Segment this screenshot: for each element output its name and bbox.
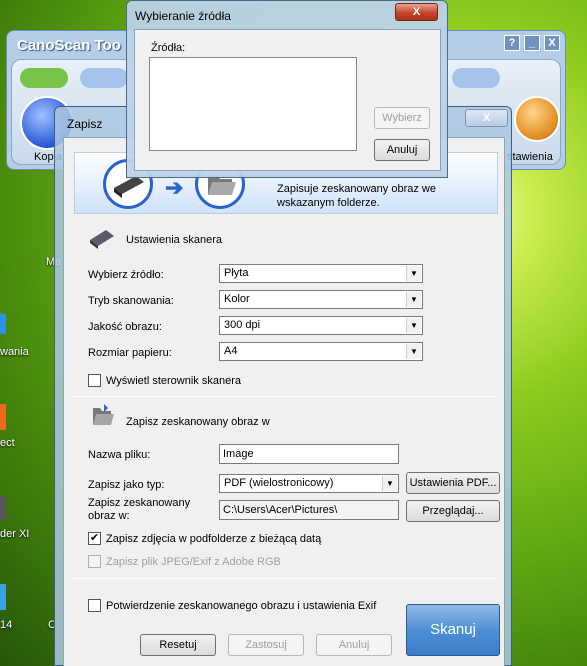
save-folder-icon xyxy=(90,402,116,431)
chevron-down-icon[interactable]: ▼ xyxy=(406,266,421,281)
scan-mode-select[interactable]: Kolor ▼ xyxy=(219,290,423,309)
image-quality-select[interactable]: 300 dpi ▼ xyxy=(219,316,423,335)
section-divider xyxy=(72,578,498,579)
desktop-label-2[interactable]: wania xyxy=(0,346,29,358)
chevron-down-icon[interactable]: ▼ xyxy=(406,344,421,359)
image-quality-label: Jakość obrazu: xyxy=(88,321,162,333)
banner-description: Zapisuje zeskanowany obraz we wskazanym … xyxy=(277,183,436,209)
source-value: Płyta xyxy=(224,267,249,279)
desktop-label-5[interactable]: 14 xyxy=(0,619,12,631)
image-quality-value: 300 dpi xyxy=(224,319,261,331)
save-dialog-close-button[interactable]: X xyxy=(465,109,508,127)
date-subfolder-label[interactable]: Zapisz zdjęcia w podfolderze z bieżącą d… xyxy=(106,533,321,545)
save-dialog-body: ➔ Zapisuje zeskanowany obraz we wskazany… xyxy=(63,137,505,666)
save-dialog-window: Zapisz X ➔ Zapisuje zeskanowany obraz we… xyxy=(54,106,512,666)
scan-mode-label: Tryb skanowania: xyxy=(88,295,174,307)
filename-input[interactable]: Image xyxy=(219,444,399,464)
arrow-right-icon: ➔ xyxy=(165,175,184,200)
source-select-dialog: Wybieranie źródła X Źródła: Wybierz Anul… xyxy=(126,0,448,178)
source-dialog-body: Źródła: Wybierz Anuluj xyxy=(134,29,441,171)
minimize-button[interactable]: _ xyxy=(524,35,540,51)
file-type-value: PDF (wielostronicowy) xyxy=(224,477,334,489)
select-source-button: Wybierz xyxy=(374,107,430,129)
desktop-label-3[interactable]: ect xyxy=(0,437,15,449)
section-divider xyxy=(72,396,498,397)
sources-label: Źródła: xyxy=(151,42,186,54)
filename-label: Nazwa pliku: xyxy=(88,449,151,461)
chevron-down-icon[interactable]: ▼ xyxy=(406,318,421,333)
source-select[interactable]: Płyta ▼ xyxy=(219,264,423,283)
source-dialog-title: Wybieranie źródła xyxy=(135,9,231,23)
paper-size-label: Rozmiar papieru: xyxy=(88,347,172,359)
adobe-rgb-label: Zapisz plik JPEG/Exif z Adobe RGB xyxy=(106,556,281,568)
paper-size-select[interactable]: A4 ▼ xyxy=(219,342,423,361)
desktop-label-4[interactable]: der XI xyxy=(0,528,29,540)
close-button[interactable]: X xyxy=(544,35,560,51)
settings-gear-icon[interactable] xyxy=(514,96,560,142)
save-dialog-title: Zapisz xyxy=(67,117,103,131)
source-label: Wybierz źródło: xyxy=(88,269,164,281)
apply-button: Zastosuj xyxy=(228,634,304,656)
toolbox-title: CanoScan Too xyxy=(17,37,121,54)
pdf-settings-button[interactable]: Ustawienia PDF... xyxy=(406,472,500,494)
confirm-exif-checkbox[interactable] xyxy=(88,599,101,612)
desktop-app-icon[interactable] xyxy=(0,314,6,334)
show-driver-label[interactable]: Wyświetl sterownik skanera xyxy=(106,375,241,387)
file-type-select[interactable]: PDF (wielostronicowy) ▼ xyxy=(219,474,399,493)
chevron-down-icon[interactable]: ▼ xyxy=(406,292,421,307)
desktop-app-icon[interactable] xyxy=(0,404,6,430)
date-subfolder-checkbox[interactable]: ✔ xyxy=(88,532,101,545)
source-cancel-button[interactable]: Anuluj xyxy=(374,139,430,161)
confirm-exif-label[interactable]: Potwierdzenie zeskanowanego obrazu i ust… xyxy=(106,600,376,612)
scanner-tab-icon[interactable] xyxy=(20,68,68,88)
tab-pill[interactable] xyxy=(452,68,500,88)
save-folder-path: C:\Users\Acer\Pictures\ xyxy=(219,500,399,520)
sources-list[interactable] xyxy=(149,57,357,151)
source-dialog-close-button[interactable]: X xyxy=(395,3,438,21)
paper-size-value: A4 xyxy=(224,345,238,357)
scanner-settings-title: Ustawienia skanera xyxy=(126,234,222,246)
desktop-app-icon[interactable] xyxy=(0,584,6,610)
reset-button[interactable]: Resetuj xyxy=(140,634,216,656)
adobe-rgb-checkbox xyxy=(88,555,101,568)
file-type-label: Zapisz jako typ: xyxy=(88,479,165,491)
desktop-app-icon[interactable] xyxy=(0,496,6,520)
settings-label: stawienia xyxy=(507,151,553,163)
save-section-title: Zapisz zeskanowany obraz w xyxy=(126,416,270,428)
cancel-button: Anuluj xyxy=(316,634,392,656)
chevron-down-icon[interactable]: ▼ xyxy=(382,476,397,491)
show-driver-checkbox[interactable] xyxy=(88,374,101,387)
browse-button[interactable]: Przeglądaj... xyxy=(406,500,500,522)
scanner-settings-icon xyxy=(88,226,116,253)
help-button[interactable]: ? xyxy=(504,35,520,51)
tab-pill[interactable] xyxy=(80,68,128,88)
scan-button[interactable]: Skanuj xyxy=(406,604,500,656)
scan-mode-value: Kolor xyxy=(224,293,250,305)
save-folder-label: Zapisz zeskanowany obraz w: xyxy=(88,497,191,522)
